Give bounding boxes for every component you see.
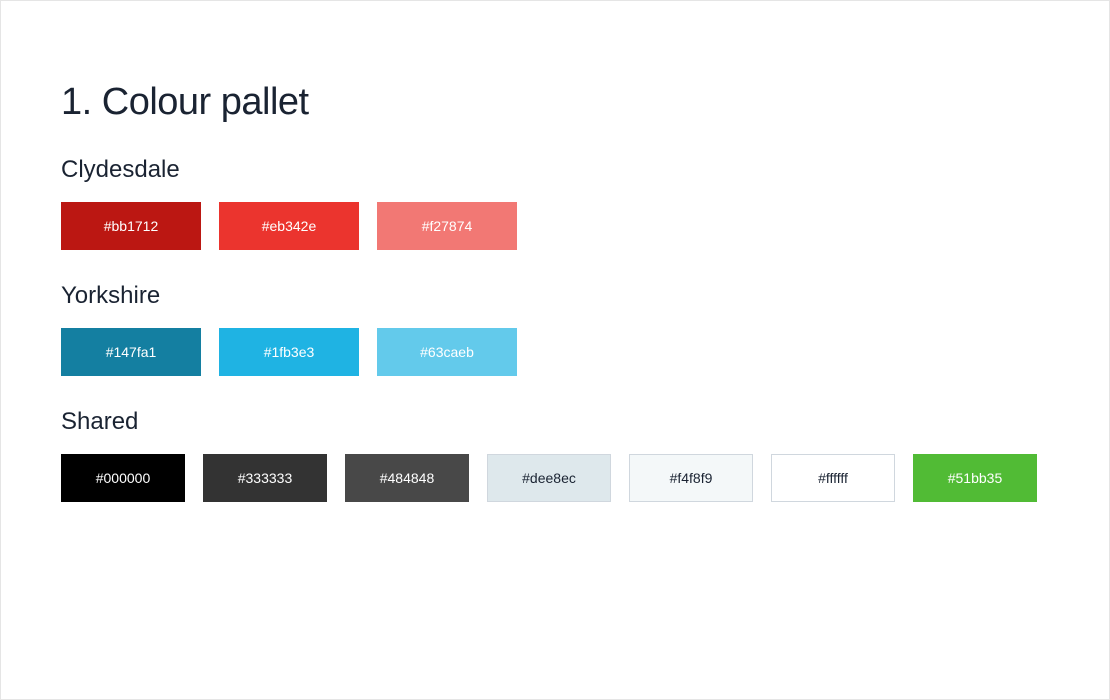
palette-group: Yorkshire #147fa1 #1fb3e3 #63caeb bbox=[61, 282, 1049, 376]
palette-group: Clydesdale #bb1712 #eb342e #f27874 bbox=[61, 156, 1049, 250]
swatch-hex-label: #000000 bbox=[96, 470, 151, 486]
swatch-hex-label: #1fb3e3 bbox=[264, 344, 315, 360]
swatch-hex-label: #333333 bbox=[238, 470, 293, 486]
color-swatch: #000000 bbox=[61, 454, 185, 502]
color-swatch: #f27874 bbox=[377, 202, 517, 250]
color-swatch: #484848 bbox=[345, 454, 469, 502]
color-swatch: #333333 bbox=[203, 454, 327, 502]
swatch-row: #bb1712 #eb342e #f27874 bbox=[61, 202, 1049, 250]
swatch-hex-label: #63caeb bbox=[420, 344, 474, 360]
color-swatch: #f4f8f9 bbox=[629, 454, 753, 502]
swatch-hex-label: #51bb35 bbox=[948, 470, 1003, 486]
color-swatch: #bb1712 bbox=[61, 202, 201, 250]
swatch-hex-label: #eb342e bbox=[262, 218, 317, 234]
color-swatch: #eb342e bbox=[219, 202, 359, 250]
group-heading: Yorkshire bbox=[61, 282, 1049, 310]
swatch-hex-label: #484848 bbox=[380, 470, 435, 486]
color-swatch: #ffffff bbox=[771, 454, 895, 502]
swatch-hex-label: #147fa1 bbox=[106, 344, 157, 360]
swatch-hex-label: #ffffff bbox=[818, 470, 848, 486]
color-swatch: #1fb3e3 bbox=[219, 328, 359, 376]
page-title: 1. Colour pallet bbox=[61, 81, 1049, 124]
swatch-row: #000000 #333333 #484848 #dee8ec #f4f8f9 #ffff… bbox=[61, 454, 1049, 502]
palette-group: Shared #000000 #333333 #484848 #dee8ec #f4f8f… bbox=[61, 408, 1049, 502]
swatch-hex-label: #bb1712 bbox=[104, 218, 159, 234]
swatch-hex-label: #dee8ec bbox=[522, 470, 576, 486]
color-swatch: #dee8ec bbox=[487, 454, 611, 502]
palette-groups: Clydesdale #bb1712 #eb342e #f27874 Yorkshire… bbox=[61, 156, 1049, 502]
group-heading: Shared bbox=[61, 408, 1049, 436]
color-swatch: #63caeb bbox=[377, 328, 517, 376]
group-heading: Clydesdale bbox=[61, 156, 1049, 184]
color-swatch: #51bb35 bbox=[913, 454, 1037, 502]
swatch-hex-label: #f4f8f9 bbox=[670, 470, 713, 486]
swatch-hex-label: #f27874 bbox=[422, 218, 473, 234]
swatch-row: #147fa1 #1fb3e3 #63caeb bbox=[61, 328, 1049, 376]
color-swatch: #147fa1 bbox=[61, 328, 201, 376]
